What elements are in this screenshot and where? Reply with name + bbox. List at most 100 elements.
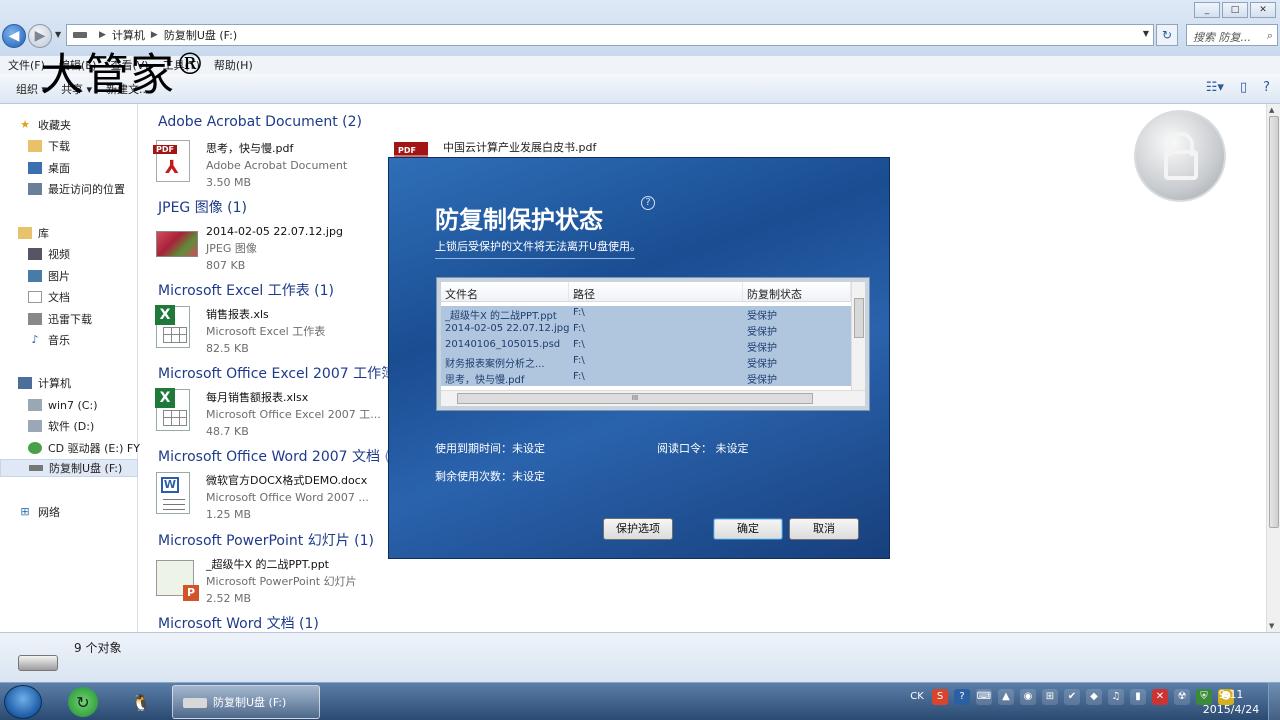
file-size: 1.25 MB bbox=[206, 508, 252, 521]
sidebar-item-usb[interactable]: 防复制U盘 (F:) bbox=[0, 459, 138, 477]
close-button[interactable]: ✕ bbox=[1250, 2, 1276, 18]
table-row[interactable]: _超级牛X 的二战PPT.ppt F:\ 受保护 bbox=[441, 306, 851, 322]
file-name[interactable]: 中国云计算产业发展白皮书.pdf bbox=[443, 139, 596, 155]
image-thumbnail-icon bbox=[156, 231, 198, 257]
clock-date: 2015/4/24 bbox=[1202, 703, 1260, 716]
group-title: Microsoft PowerPoint 幻灯片 (1) bbox=[158, 533, 374, 549]
pdf-file-icon: PDF ⅄ bbox=[153, 140, 190, 182]
column-header-path[interactable]: 路径 bbox=[569, 282, 743, 301]
sidebar-item-computer[interactable]: 计算机 bbox=[18, 374, 71, 392]
cancel-button[interactable]: 取消 bbox=[789, 518, 859, 540]
file-item[interactable]: P _超级牛X 的二战PPT.ppt Microsoft PowerPoint 幻… bbox=[156, 556, 396, 607]
shield-icon[interactable]: ◆ bbox=[1086, 689, 1102, 705]
sidebar-item-downloads[interactable]: 下载 bbox=[28, 137, 70, 155]
start-button[interactable] bbox=[4, 685, 42, 719]
security-icon[interactable]: ✔ bbox=[1064, 689, 1080, 705]
preview-pane-icon[interactable]: ▯ bbox=[1240, 80, 1247, 95]
sidebar-item-music[interactable]: ♪ 音乐 bbox=[28, 331, 70, 349]
file-item[interactable]: W 微软官方DOCX格式DEMO.docx Microsoft Office Wo… bbox=[156, 472, 396, 523]
group-header[interactable]: Microsoft PowerPoint 幻灯片 (1) bbox=[158, 530, 414, 550]
show-hidden-icons[interactable]: ▲ bbox=[998, 689, 1014, 705]
refresh-button[interactable]: ↻ bbox=[1156, 24, 1178, 46]
menu-help[interactable]: 帮助(H) bbox=[214, 57, 253, 73]
scroll-thumb[interactable] bbox=[1269, 116, 1279, 528]
sidebar-item-network[interactable]: ⊞ 网络 bbox=[18, 503, 60, 521]
group-header[interactable]: Microsoft Word 文档 (1) bbox=[158, 613, 359, 632]
qq-penguin-icon[interactable]: 🐧 bbox=[126, 687, 156, 717]
taskbar-item-explorer[interactable]: 防复制U盘 (F:) bbox=[172, 685, 320, 719]
column-header-status[interactable]: 防复制状态 bbox=[743, 282, 851, 301]
file-item[interactable]: PDF ⅄ 思考，快与慢.pdf Adobe Acrobat Document 3.5… bbox=[153, 140, 396, 191]
file-item[interactable]: 2014-02-05 22.07.12.jpg JPEG 图像 807 KB bbox=[156, 223, 396, 274]
chevron-right-icon[interactable]: ▶ bbox=[99, 30, 106, 40]
browser-icon[interactable]: ↻ bbox=[68, 687, 98, 717]
volume-icon[interactable]: ♫ bbox=[1108, 689, 1124, 705]
scroll-thumb[interactable] bbox=[854, 298, 864, 338]
address-bar[interactable]: ▶ 计算机 ▶ 防复制U盘 (F:) ▼ bbox=[66, 24, 1154, 46]
file-item[interactable]: X 销售报表.xls Microsoft Excel 工作表 82.5 KB bbox=[155, 305, 396, 357]
file-item[interactable]: X 每月销售额报表.xlsx Microsoft Office Excel 200… bbox=[155, 388, 396, 440]
antivirus-icon[interactable]: ☢ bbox=[1174, 689, 1190, 705]
sidebar-item-soft[interactable]: 软件 (D:) bbox=[28, 417, 94, 435]
maximize-button[interactable]: □ bbox=[1222, 2, 1248, 18]
show-desktop-button[interactable] bbox=[1268, 683, 1280, 720]
table-header: 文件名 路径 防复制状态 bbox=[441, 282, 851, 302]
breadcrumb-usb-drive[interactable]: 防复制U盘 (F:) bbox=[164, 27, 237, 43]
sidebar-item-thunder[interactable]: 迅雷下载 bbox=[28, 310, 92, 328]
ime-indicator[interactable]: CK bbox=[908, 689, 926, 705]
help-icon[interactable]: ? bbox=[641, 196, 655, 210]
group-header[interactable]: JPEG 图像 (1) bbox=[158, 197, 287, 217]
back-button[interactable]: ◀ bbox=[2, 24, 26, 48]
breadcrumb-computer[interactable]: 计算机 bbox=[112, 27, 145, 43]
table-horizontal-scrollbar[interactable]: III bbox=[441, 390, 865, 406]
protection-options-button[interactable]: 保护选项 bbox=[603, 518, 673, 540]
column-header-filename[interactable]: 文件名 bbox=[441, 282, 569, 301]
file-size: 48.7 KB bbox=[206, 425, 249, 438]
recent-pages-dropdown-icon[interactable]: ▼ bbox=[55, 30, 61, 39]
help-icon[interactable]: ? bbox=[954, 689, 970, 705]
chevron-right-icon[interactable]: ▶ bbox=[151, 30, 158, 40]
table-row[interactable]: 20140106_105015.psd F:\ 受保护 bbox=[441, 338, 851, 354]
sidebar-item-documents[interactable]: 文档 bbox=[28, 288, 70, 306]
sidebar-item-pictures[interactable]: 图片 bbox=[28, 267, 70, 285]
sidebar-item-desktop[interactable]: 桌面 bbox=[28, 159, 70, 177]
star-icon: ★ bbox=[20, 118, 30, 131]
search-input[interactable]: 搜索 防复... ⌕ bbox=[1186, 24, 1278, 46]
sidebar-item-label: CD 驱动器 (E:) FY bbox=[48, 442, 140, 455]
scroll-down-icon[interactable]: ▼ bbox=[1269, 622, 1274, 630]
table-row[interactable]: 财务报表案例分析之... F:\ 受保护 bbox=[441, 354, 851, 370]
sidebar-item-recent[interactable]: 最近访问的位置 bbox=[28, 180, 125, 198]
table-row[interactable]: 2014-02-05 22.07.12.jpg F:\ 受保护 bbox=[441, 322, 851, 338]
keyboard-icon[interactable]: ⌨ bbox=[976, 689, 992, 705]
sidebar-item-videos[interactable]: 视频 bbox=[28, 245, 70, 263]
ok-button[interactable]: 确定 bbox=[713, 518, 783, 540]
brand-watermark: 大管家® bbox=[40, 50, 206, 98]
sidebar-item-label: 最近访问的位置 bbox=[48, 183, 125, 196]
group-header[interactable]: Microsoft Excel 工作表 (1) bbox=[158, 280, 374, 300]
usb-drive-icon bbox=[18, 655, 58, 671]
file-type: Microsoft PowerPoint 幻灯片 bbox=[206, 575, 357, 588]
address-dropdown-icon[interactable]: ▼ bbox=[1143, 29, 1149, 38]
change-view-icon[interactable]: ☷▾ bbox=[1206, 80, 1224, 95]
help-icon[interactable]: ? bbox=[1263, 80, 1270, 95]
sogou-icon[interactable]: S bbox=[932, 689, 948, 705]
network-tray-icon[interactable]: ⊞ bbox=[1042, 689, 1058, 705]
sidebar-item-cd[interactable]: CD 驱动器 (E:) FY bbox=[28, 439, 140, 457]
group-header[interactable]: Adobe Acrobat Document (2) bbox=[158, 114, 402, 130]
unlock-icon[interactable] bbox=[1134, 110, 1226, 202]
browser-tray-icon[interactable]: ◉ bbox=[1020, 689, 1036, 705]
signal-icon[interactable]: ▮ bbox=[1130, 689, 1146, 705]
system-clock[interactable]: 9:11 2015/4/24 bbox=[1196, 687, 1266, 717]
minimize-button[interactable]: _ bbox=[1194, 2, 1220, 18]
scroll-thumb[interactable]: III bbox=[457, 393, 813, 404]
table-row[interactable]: 思考，快与慢.pdf F:\ 受保护 bbox=[441, 370, 851, 386]
vertical-scrollbar[interactable]: ▲ ▼ bbox=[1266, 104, 1280, 632]
sidebar-item-favorites[interactable]: ★ 收藏夹 bbox=[18, 116, 71, 134]
sidebar-item-win7[interactable]: win7 (C:) bbox=[28, 396, 98, 414]
scroll-up-icon[interactable]: ▲ bbox=[1269, 106, 1274, 114]
action-center-icon[interactable]: ✕ bbox=[1152, 689, 1168, 705]
sidebar-item-libraries[interactable]: 库 bbox=[18, 224, 49, 242]
file-type: JPEG 图像 bbox=[206, 242, 257, 255]
table-vertical-scrollbar[interactable] bbox=[851, 282, 865, 390]
forward-button[interactable]: ▶ bbox=[28, 24, 52, 48]
